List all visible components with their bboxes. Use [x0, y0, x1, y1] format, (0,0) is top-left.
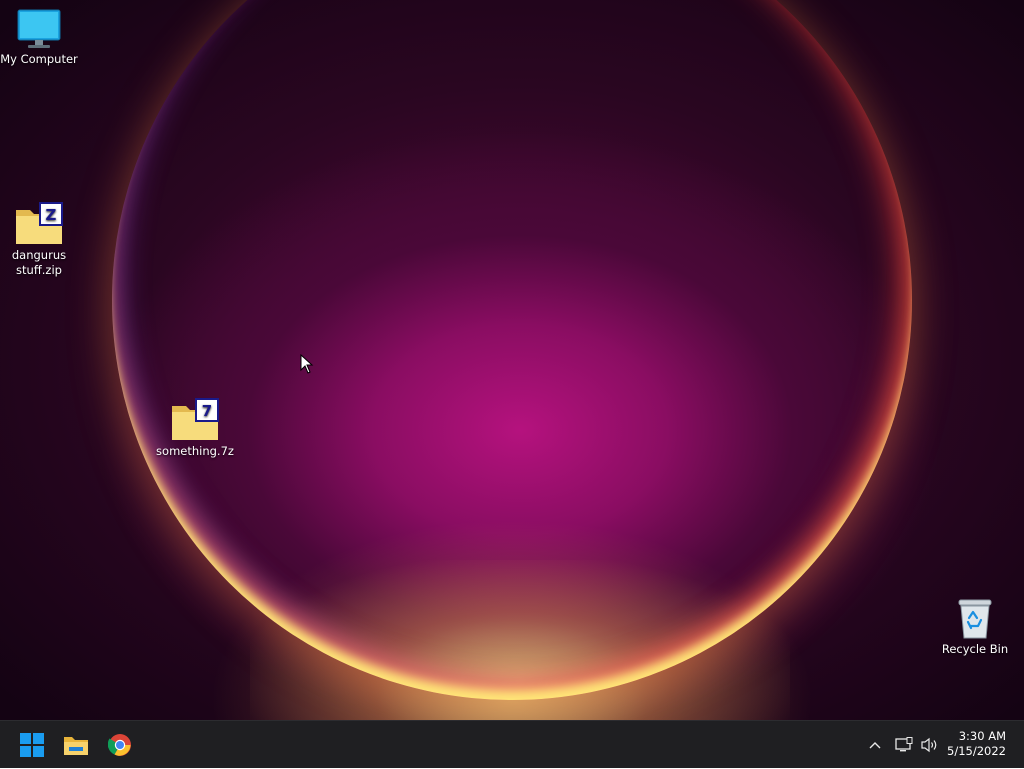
chrome-icon [108, 734, 131, 756]
desktop-icon-label: dangurus stuff.zip [11, 248, 67, 277]
svg-text:7: 7 [202, 402, 212, 420]
chevron-up-icon [869, 742, 881, 749]
desktop-icon-recycle-bin[interactable]: Recycle Bin [936, 596, 1014, 657]
7z-archive-icon: 7 [172, 398, 219, 440]
clock[interactable]: 3:30 AM 5/15/2022 [942, 729, 1006, 759]
desktop-icon-my-computer[interactable]: My Computer [0, 8, 78, 67]
svg-text:Z: Z [46, 206, 57, 224]
network-icon [895, 737, 913, 752]
zip-archive-icon: Z [16, 202, 63, 244]
recycle-bin-icon [958, 599, 992, 639]
mouse-cursor-icon [300, 354, 314, 374]
desktop-background[interactable]: My Computer Z dangurus stuff.zip 7 somet… [0, 0, 1024, 720]
clock-time: 3:30 AM [958, 729, 1006, 743]
volume-button[interactable] [918, 721, 942, 769]
start-button[interactable] [14, 727, 50, 763]
desktop-icon-label: My Computer [0, 52, 78, 66]
wallpaper-glow [250, 560, 790, 720]
desktop-icon-label: something.7z [156, 444, 234, 458]
desktop-icon-label: Recycle Bin [941, 642, 1009, 656]
show-hidden-icons-button[interactable] [864, 721, 886, 769]
desktop-icon-7z-file[interactable]: 7 something.7z [156, 398, 234, 459]
clock-date: 5/15/2022 [947, 744, 1006, 758]
volume-icon [921, 737, 937, 753]
file-explorer-button[interactable] [58, 727, 94, 763]
desktop-icon-zip-file[interactable]: Z dangurus stuff.zip [0, 202, 78, 278]
taskbar: 3:30 AM 5/15/2022 [0, 720, 1024, 768]
wallpaper-orb [112, 0, 912, 700]
file-explorer-icon [64, 737, 88, 755]
network-status-button[interactable] [892, 721, 916, 769]
computer-icon [17, 9, 61, 48]
windows-start-icon [20, 733, 44, 757]
chrome-button[interactable] [102, 727, 138, 763]
